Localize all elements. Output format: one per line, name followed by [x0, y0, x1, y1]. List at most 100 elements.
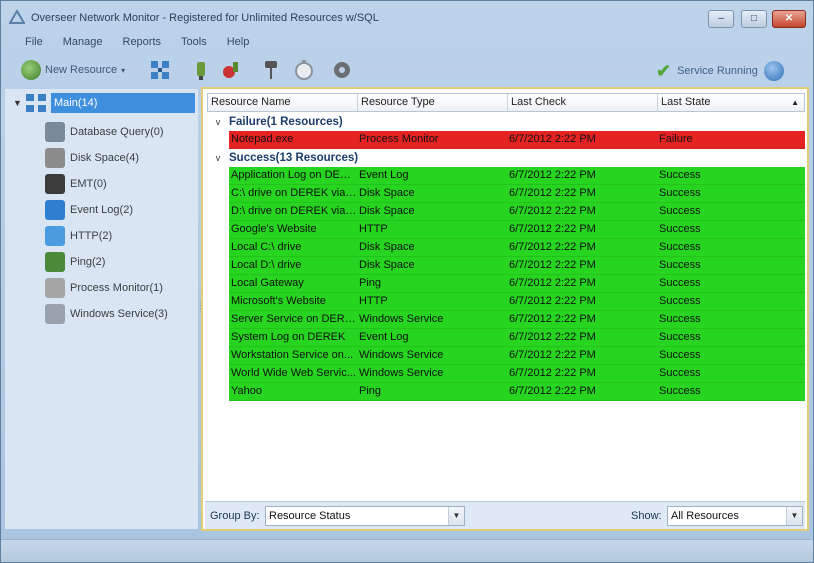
maximize-button[interactable]: □: [741, 10, 767, 28]
minimize-button[interactable]: –: [708, 10, 734, 28]
column-resource-name[interactable]: Resource Name: [208, 94, 358, 111]
timer-button[interactable]: [293, 59, 315, 81]
settings-button[interactable]: [331, 59, 353, 81]
resource-type-cell: Ping: [359, 385, 382, 397]
show-select[interactable]: All Resources ▼: [667, 506, 803, 526]
column-last-check[interactable]: Last Check: [508, 94, 658, 111]
database-icon: [45, 122, 65, 142]
last-check-cell: 6/7/2012 2:22 PM: [509, 349, 596, 361]
column-resource-type[interactable]: Resource Type: [358, 94, 508, 111]
table-row[interactable]: Notepad.exe Process Monitor 6/7/2012 2:22 …: [229, 131, 805, 149]
last-check-cell: 6/7/2012 2:22 PM: [509, 187, 596, 199]
table-row[interactable]: Microsoft's Website HTTP 6/7/2012 2:22 PM S…: [229, 293, 805, 311]
table-row[interactable]: D:\ drive on DEREK via ... Disk Space 6/7/…: [229, 203, 805, 221]
tree-item-label: HTTP(2): [70, 230, 113, 242]
table-row[interactable]: World Wide Web Servic... Windows Service 6…: [229, 365, 805, 383]
menu-tools[interactable]: Tools: [171, 34, 217, 50]
tree-item[interactable]: HTTP(2): [45, 223, 168, 249]
last-state-cell: Success: [659, 277, 701, 289]
last-check-cell: 6/7/2012 2:22 PM: [509, 241, 596, 253]
chevron-down-icon[interactable]: ▼: [786, 507, 802, 525]
table-row[interactable]: Local C:\ drive Disk Space 6/7/2012 2:22 P…: [229, 239, 805, 257]
pin-button[interactable]: [261, 59, 281, 81]
column-last-state-label: Last State: [661, 96, 711, 108]
service-status-label: Service Running: [677, 65, 758, 77]
network-button[interactable]: [149, 59, 171, 81]
connect-button[interactable]: [191, 59, 211, 81]
table-row[interactable]: Server Service on DEREK Windows Service 6/…: [229, 311, 805, 329]
tree-item[interactable]: Ping(2): [45, 249, 168, 275]
table-row[interactable]: Yahoo Ping 6/7/2012 2:22 PM Success: [229, 383, 805, 401]
new-resource-button[interactable]: New Resource ▾: [21, 59, 125, 81]
table-row[interactable]: System Log on DEREK Event Log 6/7/2012 2:2…: [229, 329, 805, 347]
menu-help[interactable]: Help: [217, 34, 260, 50]
resource-name-cell: D:\ drive on DEREK via ...: [231, 205, 357, 217]
table-row[interactable]: C:\ drive on DEREK via ... Disk Space 6/7/…: [229, 185, 805, 203]
tree-item-label: EMT(0): [70, 178, 107, 190]
menu-file[interactable]: File: [15, 34, 53, 50]
show-label: Show:: [631, 510, 662, 522]
grid-header: Resource Name Resource Type Last Check L…: [207, 93, 805, 112]
table-row[interactable]: Local D:\ drive Disk Space 6/7/2012 2:22 P…: [229, 257, 805, 275]
group-row-success[interactable]: v Success(13 Resources): [207, 149, 805, 167]
menu-reports[interactable]: Reports: [113, 34, 172, 50]
group-row-failure[interactable]: v Failure(1 Resources): [207, 113, 805, 131]
tools-button[interactable]: [221, 59, 243, 81]
tree-item[interactable]: Database Query(0): [45, 119, 168, 145]
resource-type-cell: Disk Space: [359, 205, 415, 217]
window-title: Overseer Network Monitor - Registered fo…: [31, 12, 379, 24]
resource-type-cell: Disk Space: [359, 241, 415, 253]
service-globe-icon[interactable]: [763, 61, 784, 81]
table-row[interactable]: Local Gateway Ping 6/7/2012 2:22 PM Success: [229, 275, 805, 293]
group-by-select[interactable]: Resource Status ▼: [265, 506, 465, 526]
title-bar[interactable]: Overseer Network Monitor - Registered fo…: [1, 1, 813, 33]
tree-item[interactable]: Process Monitor(1): [45, 275, 168, 301]
resource-type-cell: Disk Space: [359, 259, 415, 271]
resource-type-cell: Event Log: [359, 169, 409, 181]
tree-item[interactable]: Disk Space(4): [45, 145, 168, 171]
tree-root-main[interactable]: ▼ Main(14): [13, 92, 195, 114]
last-state-cell: Success: [659, 187, 701, 199]
last-check-cell: 6/7/2012 2:22 PM: [509, 313, 596, 325]
menu-manage[interactable]: Manage: [53, 34, 113, 50]
resource-type-cell: Windows Service: [359, 349, 444, 361]
last-state-cell: Success: [659, 169, 701, 181]
last-state-cell: Success: [659, 349, 701, 361]
last-state-cell: Success: [659, 313, 701, 325]
group-title: Failure(1 Resources): [229, 116, 343, 128]
group-collapse-icon[interactable]: v: [207, 117, 229, 127]
resource-name-cell: Notepad.exe: [231, 133, 294, 145]
last-state-cell: Failure: [659, 133, 693, 145]
tree-item-label: Database Query(0): [70, 126, 164, 138]
resource-type-cell: Windows Service: [359, 367, 444, 379]
resource-type-cell: HTTP: [359, 223, 388, 235]
table-row[interactable]: Google's Website HTTP 6/7/2012 2:22 PM Succ…: [229, 221, 805, 239]
resource-name-cell: Google's Website: [231, 223, 317, 235]
show-value: All Resources: [671, 510, 739, 522]
group-by-label: Group By:: [210, 510, 260, 522]
tree-item[interactable]: Windows Service(3): [45, 301, 168, 327]
table-row[interactable]: Application Log on DEREK Event Log 6/7/201…: [229, 167, 805, 185]
column-last-state[interactable]: Last State ▲: [658, 94, 804, 111]
collapse-arrow-icon[interactable]: ▼: [13, 98, 25, 108]
new-resource-label: New Resource: [45, 64, 118, 76]
last-state-cell: Success: [659, 223, 701, 235]
status-bar: [1, 539, 813, 562]
last-state-cell: Success: [659, 295, 701, 307]
last-check-cell: 6/7/2012 2:22 PM: [509, 367, 596, 379]
resource-type-cell: Event Log: [359, 331, 409, 343]
last-check-cell: 6/7/2012 2:22 PM: [509, 205, 596, 217]
resource-name-cell: Workstation Service on...: [231, 349, 354, 361]
checkmark-icon: ✔: [656, 61, 672, 81]
table-row[interactable]: Workstation Service on... Windows Service…: [229, 347, 805, 365]
close-button[interactable]: ✕: [772, 10, 806, 28]
resource-name-cell: Application Log on DEREK: [231, 169, 357, 181]
tree-item[interactable]: Event Log(2): [45, 197, 168, 223]
chevron-down-icon[interactable]: ▼: [448, 507, 464, 525]
resource-name-cell: Server Service on DEREK: [231, 313, 357, 325]
disk-icon: [45, 148, 65, 168]
last-check-cell: 6/7/2012 2:22 PM: [509, 133, 596, 145]
tree-item[interactable]: EMT(0): [45, 171, 168, 197]
group-collapse-icon[interactable]: v: [207, 153, 229, 163]
group-title: Success(13 Resources): [229, 152, 359, 164]
